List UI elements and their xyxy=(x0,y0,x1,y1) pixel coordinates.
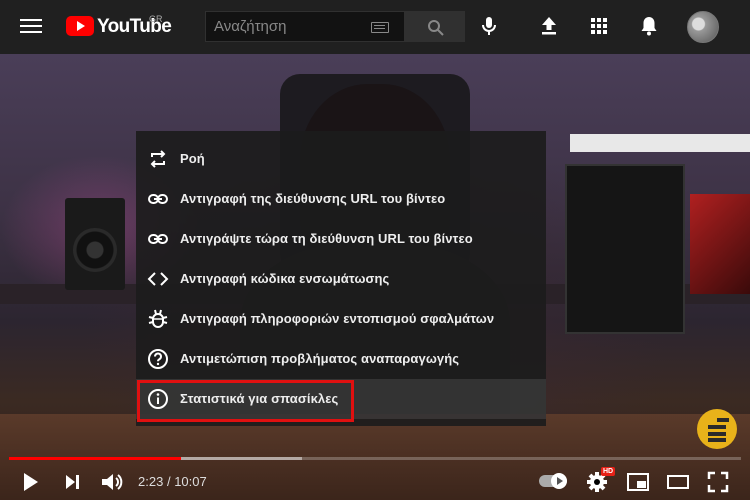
duration: 10:07 xyxy=(174,474,207,489)
autoplay-toggle[interactable] xyxy=(539,473,567,489)
link-icon xyxy=(148,234,168,244)
progress-played xyxy=(9,457,182,460)
keyboard-icon[interactable] xyxy=(371,22,389,33)
current-time: 2:23 xyxy=(138,474,164,489)
pc-case-image xyxy=(565,164,685,334)
next-icon[interactable] xyxy=(60,469,86,495)
miniplayer-icon[interactable] xyxy=(625,469,651,495)
hd-badge: HD xyxy=(601,467,616,476)
menu-item-copy-embed-code[interactable]: Αντιγραφή κώδικα ενσωμάτωσης xyxy=(136,259,546,299)
help-icon xyxy=(148,349,168,369)
menu-item-troubleshoot-playback[interactable]: Αντιμετώπιση προβλήματος αναπαραγωγής xyxy=(136,339,546,379)
volume-icon[interactable] xyxy=(99,469,125,495)
theater-mode-icon[interactable] xyxy=(665,469,691,495)
masthead: YouTube GR xyxy=(0,0,750,54)
player-controls: 2:23 / 10:07 HD xyxy=(0,464,750,500)
apps-grid-icon[interactable] xyxy=(587,14,611,38)
menu-item-stats-for-nerds[interactable]: Στατιστικά για σπασίκλες xyxy=(136,379,546,419)
menu-icon[interactable] xyxy=(20,15,42,39)
menu-item-loop[interactable]: Ροή xyxy=(136,139,546,179)
loop-icon xyxy=(150,150,166,168)
menu-item-label: Αντιγραφή κώδικα ενσωμάτωσης xyxy=(180,271,390,286)
time-separator: / xyxy=(166,474,171,489)
menu-item-copy-url-at-time[interactable]: Αντιγράψτε τώρα τη διεύθυνση URL του βίν… xyxy=(136,219,546,259)
time-display: 2:23 / 10:07 xyxy=(138,474,207,489)
menu-item-label: Αντιγραφή της διεύθυνσης URL του βίντεο xyxy=(180,191,446,206)
menu-item-label: Στατιστικά για σπασίκλες xyxy=(180,391,339,406)
upload-icon[interactable] xyxy=(537,14,561,38)
search-button[interactable] xyxy=(405,11,465,42)
microphone-icon[interactable] xyxy=(477,14,501,38)
player-context-menu: Ροή Αντιγραφή της διεύθυνσης URL του βίν… xyxy=(136,131,546,426)
bug-icon xyxy=(148,309,168,328)
autoplay-knob-icon xyxy=(551,473,567,489)
notifications-bell-icon[interactable] xyxy=(637,14,661,38)
menu-item-label: Αντιγραφή πληροφοριών εντοπισμού σφαλμάτ… xyxy=(180,311,495,326)
fullscreen-icon[interactable] xyxy=(705,469,731,495)
menu-item-copy-url[interactable]: Αντιγραφή της διεύθυνσης URL του βίντεο xyxy=(136,179,546,219)
speaker-image xyxy=(65,198,125,290)
youtube-play-icon xyxy=(66,16,94,36)
code-icon xyxy=(147,272,169,286)
menu-item-label: Αντιμετώπιση προβλήματος αναπαραγωγής xyxy=(180,351,460,366)
progress-bar[interactable] xyxy=(9,457,741,460)
play-icon[interactable] xyxy=(17,469,43,495)
menu-item-label: Ροή xyxy=(180,151,205,166)
search-icon xyxy=(428,20,444,36)
gpu-box-image xyxy=(690,194,750,294)
search-input[interactable] xyxy=(214,18,364,35)
search-box xyxy=(205,11,405,42)
info-icon xyxy=(148,389,168,409)
link-icon xyxy=(148,194,168,204)
menu-item-label: Αντιγράψτε τώρα τη διεύθυνση URL του βίν… xyxy=(180,231,473,246)
menu-item-copy-debug-info[interactable]: Αντιγραφή πληροφοριών εντοπισμού σφαλμάτ… xyxy=(136,299,546,339)
region-code: GR xyxy=(149,14,163,24)
channel-watermark-icon[interactable] xyxy=(697,409,737,449)
avatar[interactable] xyxy=(687,11,719,43)
